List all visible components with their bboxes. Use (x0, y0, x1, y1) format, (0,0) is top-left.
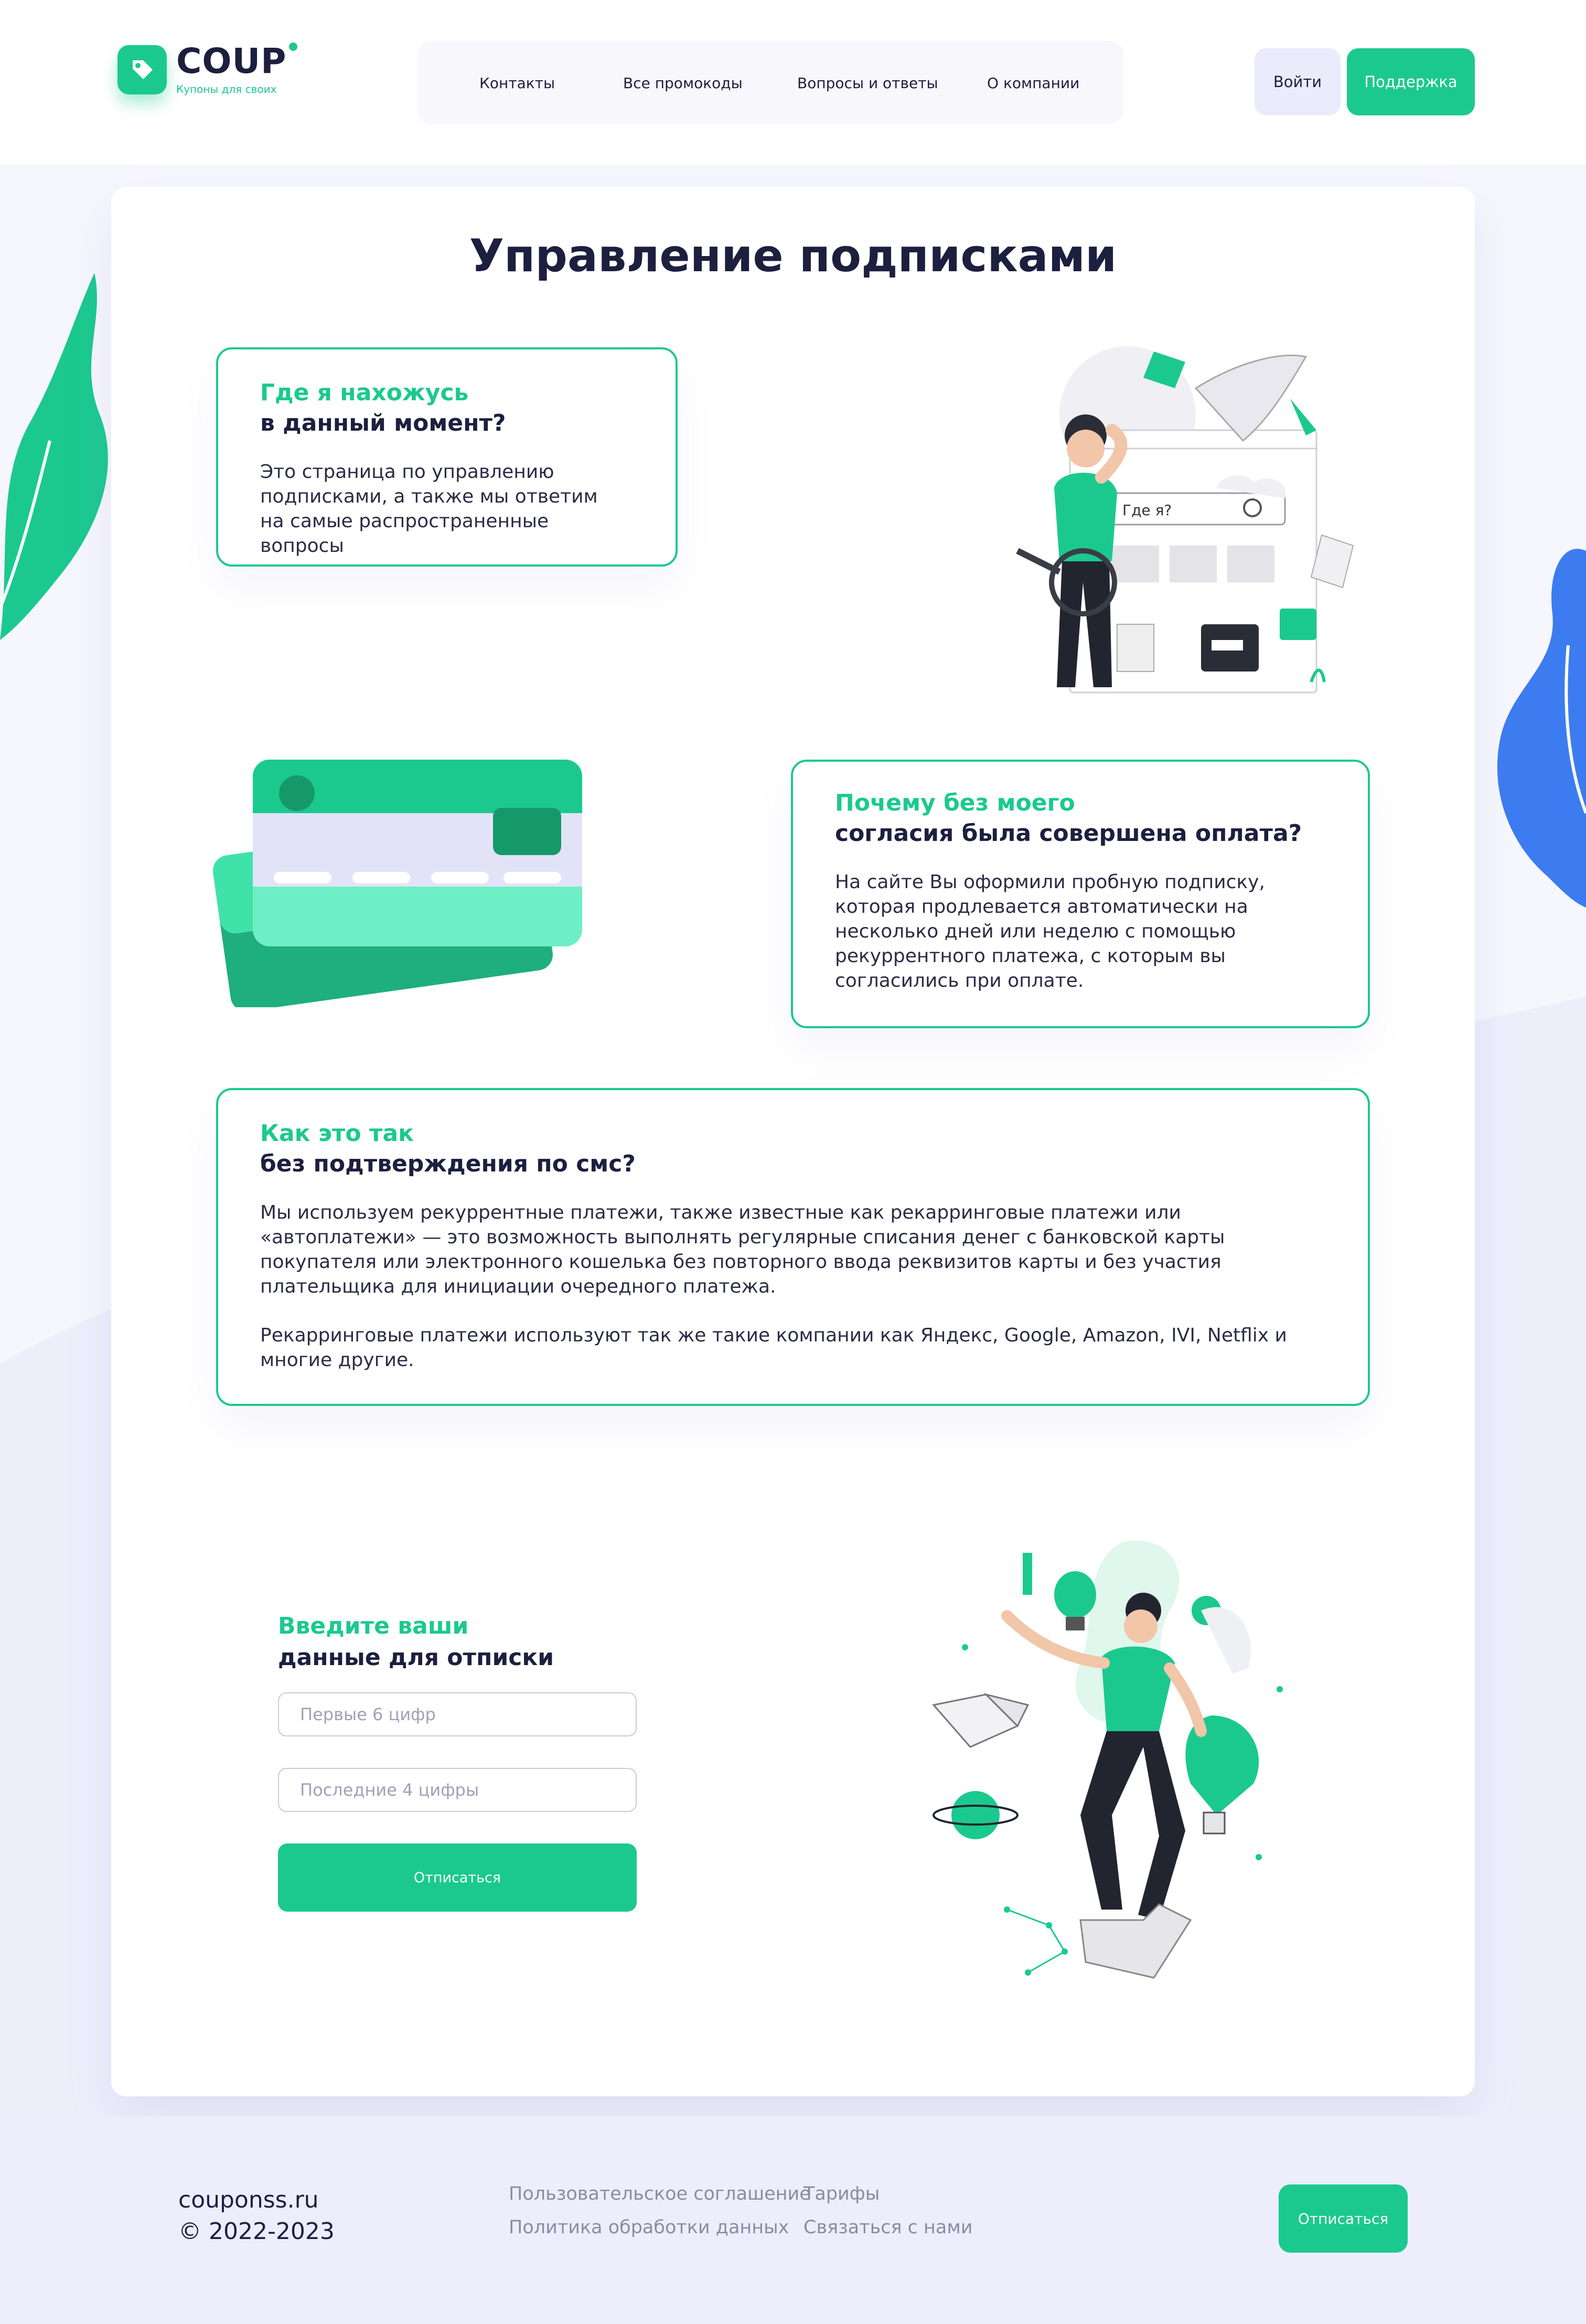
credit-cards-illustration (213, 760, 582, 1007)
footer-link-tariffs[interactable]: Тарифы (803, 2183, 880, 2204)
footer-link-privacy[interactable]: Политика обработки данных (509, 2217, 789, 2238)
faq-card-location: Где я нахожусь в данный момент? Это стра… (216, 347, 678, 567)
page-title: Управление подписками (469, 230, 1117, 282)
main-nav: Контакты Все промокоды Вопросы и ответы … (417, 41, 1123, 124)
tag-icon (117, 45, 167, 94)
faq-title-dark: без подтверждения по смс? (260, 1150, 636, 1177)
faq-title-green: Почему без моего (835, 790, 1075, 816)
brand-name: COUP (176, 41, 287, 81)
footer-copyright: © 2022-2023 (178, 2218, 335, 2245)
form-title-green: Введите ваши (278, 1613, 469, 1639)
faq-text: На сайте Вы оформили пробную подписку, к… (835, 871, 1265, 992)
search-box-label: Где я? (1122, 502, 1172, 519)
faq-card-sms: Как это так без подтверждения по смс? Мы… (216, 1088, 1370, 1406)
leaf-decoration-right (1497, 549, 1586, 908)
unsubscribe-button[interactable]: Отписаться (278, 1843, 637, 1912)
nav-item-about[interactable]: О компании (987, 74, 1079, 92)
faq-title-dark: в данный момент? (260, 410, 506, 436)
faq-title-dark: согласия была совершена оплата? (835, 820, 1302, 847)
footer-unsubscribe-button[interactable]: Отписаться (1279, 2184, 1408, 2253)
footer-link-agreement[interactable]: Пользовательское соглашение (509, 2183, 811, 2204)
nav-item-contacts[interactable]: Контакты (479, 74, 555, 92)
logo[interactable]: COUP Купоны для своих (117, 41, 297, 95)
faq-card-payment: Почему без моего согласия была совершена… (791, 760, 1370, 1028)
footer-domain: couponss.ru (178, 2187, 319, 2213)
form-title-dark: данные для отписки (278, 1644, 554, 1671)
footer-link-contact[interactable]: Связаться с нами (803, 2217, 972, 2238)
nav-item-faq[interactable]: Вопросы и ответы (797, 74, 938, 92)
faq-text-secondary: Рекарринговые платежи используют так же … (260, 1325, 1287, 1371)
unsubscribe-form: Введите ваши данные для отписки (278, 1611, 554, 1673)
first-digits-input[interactable] (278, 1692, 637, 1736)
faq-title-green: Где я нахожусь (260, 379, 469, 406)
last-digits-input[interactable] (278, 1768, 637, 1812)
login-button[interactable]: Войти (1255, 48, 1341, 115)
faq-text: Мы используем рекуррентные платежи, такж… (260, 1202, 1225, 1297)
search-person-illustration: Где я? (1016, 346, 1354, 694)
ideas-person-illustration (932, 1540, 1283, 1979)
brand-dot (288, 42, 297, 51)
brand-tagline: Купоны для своих (176, 83, 277, 95)
support-button[interactable]: Поддержка (1347, 48, 1475, 115)
leaf-decoration-left (0, 273, 108, 640)
faq-title-green: Как это так (260, 1120, 414, 1147)
faq-text: Это страница по управлению подписками, а… (260, 461, 598, 557)
nav-item-promocodes[interactable]: Все промокоды (623, 74, 743, 92)
